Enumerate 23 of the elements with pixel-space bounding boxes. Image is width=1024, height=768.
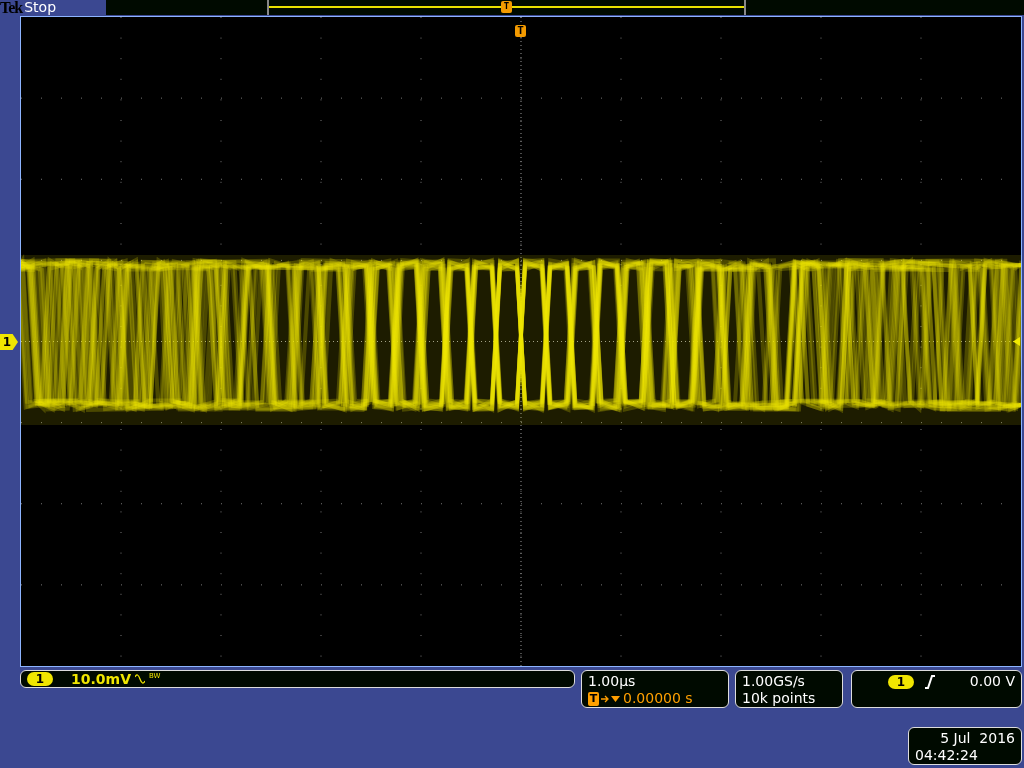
acquisition-readout[interactable]: 1.00GS/s 10k points (735, 670, 843, 708)
rising-edge-icon (924, 674, 936, 689)
channel-ground-marker[interactable]: 1 (0, 334, 18, 350)
sample-rate: 1.00GS/s (742, 673, 806, 690)
trigger-source-badge: 1 (888, 674, 914, 689)
trigger-marker[interactable]: T (515, 25, 526, 37)
sine-icon (134, 674, 145, 684)
horizontal-scale: 1.00µs (588, 673, 637, 690)
record-length: 10k points (742, 690, 817, 707)
vertical-scale: 10.0mV (71, 671, 131, 687)
trigger-position-marker: T (501, 1, 512, 13)
arrow-down-icon (601, 693, 621, 704)
trigger-level: 0.00 V (969, 673, 1015, 690)
level-arrow-icon (1013, 337, 1020, 346)
trigger-position: 0.00000 s (623, 690, 693, 707)
brand-logo: Tek (0, 0, 23, 15)
acquisition-status: Stop (24, 0, 58, 15)
timebase-readout[interactable]: 1.00µs T 0.00000 s (581, 670, 729, 708)
trigger-badge: T (588, 691, 599, 706)
trigger-readout[interactable]: 1 0.00 V (851, 670, 1022, 708)
date-text: 5 Jul 2016 (940, 730, 1015, 747)
time-text: 04:42:24 (915, 747, 978, 764)
channel-badge: 1 (27, 672, 53, 686)
